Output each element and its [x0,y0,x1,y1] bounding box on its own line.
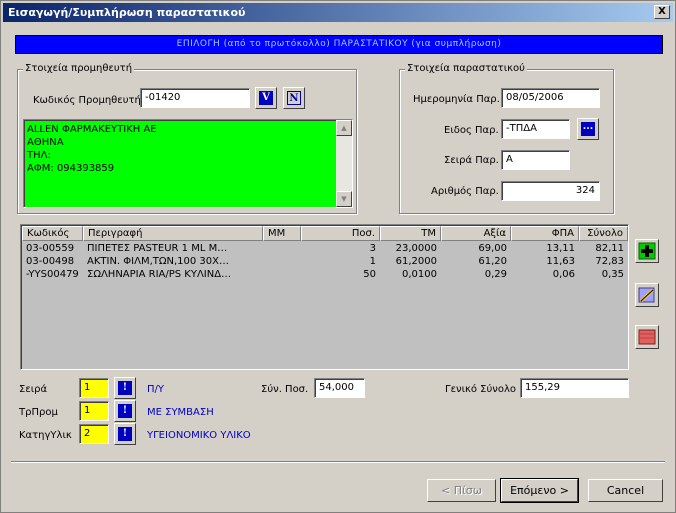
items-grid[interactable]: Κωδικός Περιγραφή ΜΜ Ποσ. ΤΜ Αξία ΦΠΑ Σύ… [20,224,629,370]
seira-label: Σειρά [19,384,48,395]
supplier-code-field[interactable]: -01420 [140,88,250,108]
col-header-total[interactable]: Σύνολο [579,226,628,241]
table-row[interactable]: 03-00559 ΠΙΠΕΤΕΣ PASTEUR 1 ML M… 3 23,00… [22,242,628,255]
add-item-button[interactable] [635,239,659,263]
col-header-unit-price[interactable]: ΤΜ [380,226,441,241]
exclamation-icon: ! [118,381,132,395]
cell-description: ΠΙΠΕΤΕΣ PASTEUR 1 ML M… [87,243,228,254]
cell-code: 03-00559 [26,243,75,254]
edit-icon [638,287,655,303]
kathgyl-label: ΚατηγΥλικ [19,430,72,441]
cell-code: -YYS00479 [26,269,79,280]
supplier-group-label: Στοιχεία προμηθευτή [23,63,135,74]
grid-header: Κωδικός Περιγραφή ΜΜ Ποσ. ΤΜ Αξία ΦΠΑ Σύ… [22,226,628,241]
cell-unit-price: 61,2000 [395,256,437,267]
cell-vat: 0,06 [552,269,575,280]
supplier-info-lines: ALLEN ΦΑΡΜΑΚΕΥΤΙΚΗ ΑΕ ΑΘΗΝΑ ΤΗΛ: ΑΦΜ: 09… [27,123,157,175]
next-button[interactable]: Επόμενο > [500,478,579,503]
cell-unit [263,255,301,268]
supplier-name: ALLEN ΦΑΡΜΑΚΕΥΤΙΚΗ ΑΕ [27,124,157,135]
ellipsis-icon: ... [581,122,595,136]
cell-value: 61,20 [478,256,507,267]
supplier-phone: ΤΗΛ: [27,150,51,161]
seira-field[interactable]: 1 [79,378,109,398]
doc-type-browse-button[interactable]: ... [577,118,599,140]
cell-qty: 3 [369,243,376,254]
cell-description: ΑΚΤΙΝ. ΦΙΛΜ,ΤΩΝ,100 30Χ… [87,256,230,267]
cell-value: 69,00 [478,243,507,254]
back-button[interactable]: < Πίσω [427,479,496,502]
seira-description: Π/Υ [147,384,164,395]
down-arrow-icon: V [259,91,273,105]
col-header-code[interactable]: Κωδικός [22,226,83,241]
delete-item-button[interactable] [635,325,659,349]
cell-total: 0,35 [601,269,624,280]
cell-description: ΣΩΛΗΝΑΡΙΑ RIA/PS ΚΥΛΙΝΔ… [87,269,232,280]
cell-qty: 50 [363,269,376,280]
delete-icon [638,329,656,345]
table-row[interactable]: -YYS00479 ΣΩΛΗΝΑΡΙΑ RIA/PS ΚΥΛΙΝΔ… 50 0,… [22,268,628,281]
exclamation-icon: ! [118,427,132,441]
exclamation-icon: ! [118,404,132,418]
edit-item-button[interactable] [635,283,659,307]
seira-lookup-button[interactable]: ! [114,377,136,399]
kathgyl-description: ΥΓΕΙΟΝΟΜΙΚΟ ΥΛΙΚΟ [147,430,251,441]
scroll-up-icon[interactable]: ▲ [336,120,352,136]
grand-total-field: 155,29 [520,378,629,398]
cell-unit-price: 0,0100 [402,269,437,280]
doc-type-label: Ειδος Παρ. [444,125,499,136]
total-qty-field: 54,000 [314,378,365,398]
footer-separator [11,461,665,463]
supplier-code-label: Κωδικός Προμηθευτή [33,95,141,106]
trprom-label: ΤρΠρομ [19,407,58,418]
supplier-city: ΑΘΗΝΑ [27,137,64,148]
cell-total: 72,83 [595,256,624,267]
cancel-button[interactable]: Cancel [588,479,663,502]
close-button[interactable]: X [654,5,670,19]
trprom-field[interactable]: 1 [79,401,109,421]
doc-series-field[interactable]: Α [501,150,570,170]
window-title: Εισαγωγή/Συμπλήρωση παραστατικού [8,6,246,19]
new-icon: N [287,91,301,105]
cell-value: 0,29 [484,269,507,280]
cell-unit-price: 23,0000 [395,243,437,254]
cell-code: 03-00498 [26,256,75,267]
col-header-description[interactable]: Περιγραφή [83,226,263,241]
scroll-down-icon[interactable]: ▼ [336,191,352,207]
cell-unit [263,268,301,281]
cell-unit [263,242,301,255]
document-group-label: Στοιχεία παραστατικού [405,63,527,74]
supplier-info-scrollbar[interactable]: ▲ ▼ [336,120,352,207]
supplier-lookup-button[interactable]: V [255,87,277,109]
col-header-unit[interactable]: ΜΜ [263,226,301,241]
supplier-vat: ΑΦΜ: 094393859 [27,163,115,174]
supplier-new-button[interactable]: N [283,87,305,109]
plus-icon [638,242,656,260]
selection-banner[interactable]: ΕΠΙΛΟΓΗ (από το πρωτόκολλο) ΠΑΡΑΣΤΑΤΙΚΟΥ… [15,35,663,54]
trprom-lookup-button[interactable]: ! [114,400,136,422]
cell-total: 82,11 [595,243,624,254]
supplier-info-box: ALLEN ΦΑΡΜΑΚΕΥΤΙΚΗ ΑΕ ΑΘΗΝΑ ΤΗΛ: ΑΦΜ: 09… [23,119,353,208]
doc-type-field[interactable]: -ΤΠΔΑ [501,119,570,139]
doc-number-label: Αριθμός Παρ. [431,186,499,197]
dialog-window: Εισαγωγή/Συμπλήρωση παραστατικού X ΕΠΙΛΟ… [0,0,676,513]
cell-vat: 11,63 [546,256,575,267]
total-qty-label: Σύν. Ποσ. [261,384,309,395]
trprom-description: ΜΕ ΣΥΜΒΑΣΗ [147,407,214,418]
cell-qty: 1 [369,256,376,267]
grand-total-label: Γενικό Σύνολο [445,384,516,395]
col-header-value[interactable]: Αξία [441,226,511,241]
col-header-qty[interactable]: Ποσ. [301,226,380,241]
col-header-vat[interactable]: ΦΠΑ [511,226,579,241]
kathgyl-field[interactable]: 2 [79,424,109,444]
kathgyl-lookup-button[interactable]: ! [114,423,136,445]
title-bar: Εισαγωγή/Συμπλήρωση παραστατικού [3,3,673,22]
doc-number-field[interactable]: 324 [501,181,600,201]
table-row[interactable]: 03-00498 ΑΚΤΙΝ. ΦΙΛΜ,ΤΩΝ,100 30Χ… 1 61,2… [22,255,628,268]
doc-series-label: Σειρά Παρ. [444,155,499,166]
doc-date-field[interactable]: 08/05/2006 [501,88,600,108]
doc-date-label: Ημερομηνία Παρ. [413,94,500,105]
cell-vat: 13,11 [546,243,575,254]
